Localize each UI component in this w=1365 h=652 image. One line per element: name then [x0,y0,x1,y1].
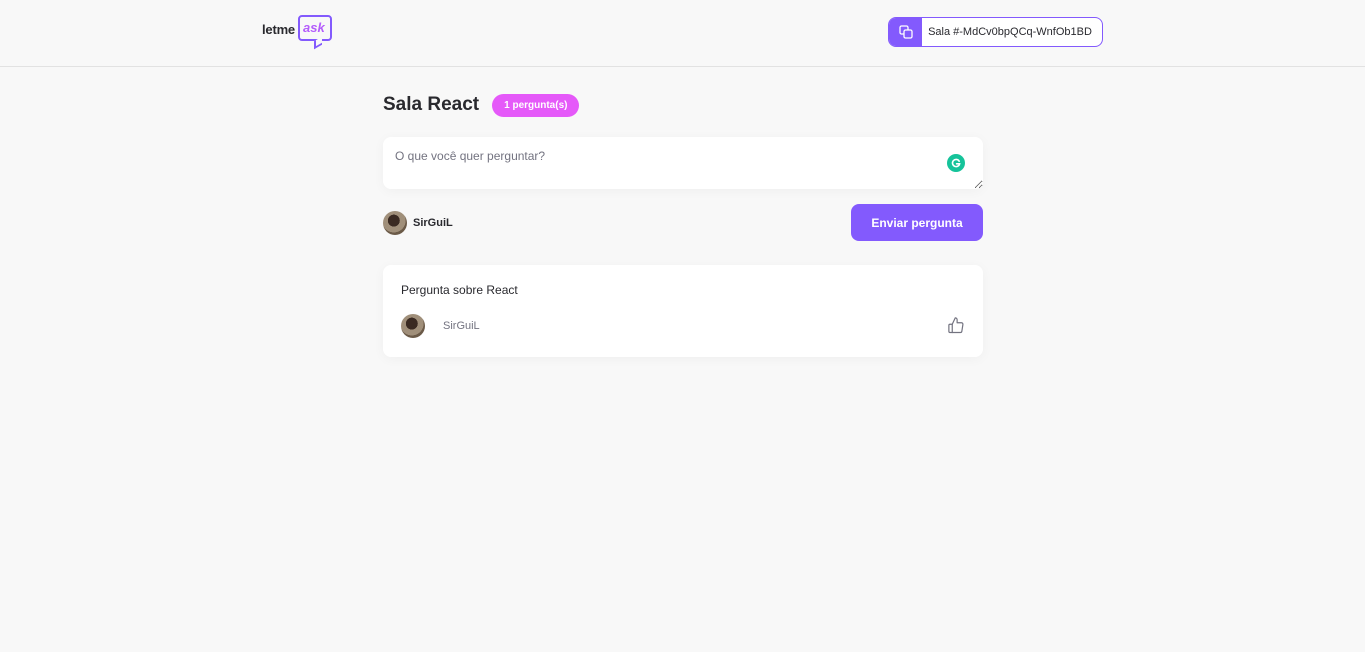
room-code-button[interactable]: Sala #-MdCv0bpQCq-WnfOb1BD [888,17,1103,47]
copy-icon [889,18,922,46]
send-question-button[interactable]: Enviar pergunta [851,204,983,241]
thumbs-up-icon [947,316,965,337]
question-content: Pergunta sobre React [401,283,518,297]
avatar [383,210,407,235]
grammarly-icon[interactable] [947,154,965,172]
main-content: Sala React 1 pergunta(s) SirGuiL Enviar … [383,90,983,357]
like-button[interactable] [947,316,965,337]
form-footer: SirGuiL Enviar pergunta [383,204,983,241]
question-count-badge: 1 pergunta(s) [492,93,580,117]
question-input[interactable] [383,137,983,189]
question-footer: SirGuiL [401,314,965,338]
current-user-name: SirGuiL [413,216,453,229]
room-code-label: Sala #-MdCv0bpQCq-WnfOb1BD [928,26,1092,38]
letmeask-logo[interactable]: letme ask [262,15,336,50]
room-title-row: Sala React 1 pergunta(s) [383,90,983,120]
question-author-name: SirGuiL [443,320,480,332]
current-user: SirGuiL [383,210,453,235]
avatar [401,314,425,338]
logo-text-ask: ask [302,20,326,35]
header: letme ask Sala #-MdCv0bpQCq-WnfOb1BD [0,0,1365,67]
room-title: Sala React [383,94,480,115]
question-author: SirGuiL [401,314,480,338]
logo-text-letme: letme [262,22,295,37]
question-form: SirGuiL Enviar pergunta [383,137,983,241]
question-card: Pergunta sobre React SirGuiL [383,265,983,357]
